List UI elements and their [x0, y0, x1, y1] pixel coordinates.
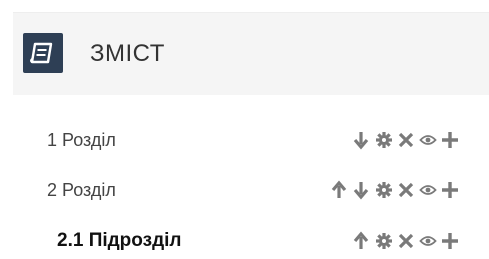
book-icon	[23, 33, 63, 73]
toc-panel: ЗМІСТ 1 Розділ 2 Розділ 2.1 Підрозділ	[13, 12, 489, 259]
toc-section-actions	[353, 127, 463, 153]
arrow-up-icon[interactable]	[353, 228, 375, 254]
toc-header: ЗМІСТ	[13, 12, 489, 95]
toc-section-row: 2 Розділ	[13, 175, 489, 205]
arrow-up-icon[interactable]	[331, 177, 353, 203]
toc-section-row: 2.1 Підрозділ	[13, 226, 489, 256]
toc-title: ЗМІСТ	[90, 40, 165, 67]
close-icon[interactable]	[397, 228, 419, 254]
toc-section-actions	[353, 228, 463, 254]
arrow-down-icon[interactable]	[353, 127, 375, 153]
eye-icon[interactable]	[419, 228, 441, 254]
plus-icon[interactable]	[441, 127, 463, 153]
close-icon[interactable]	[397, 177, 419, 203]
toc-section-label[interactable]: 2 Розділ	[47, 179, 116, 201]
eye-icon[interactable]	[419, 177, 441, 203]
plus-icon[interactable]	[441, 177, 463, 203]
arrow-down-icon[interactable]	[353, 177, 375, 203]
close-icon[interactable]	[397, 127, 419, 153]
gear-icon[interactable]	[375, 177, 397, 203]
toc-section-label[interactable]: 1 Розділ	[47, 129, 116, 151]
gear-icon[interactable]	[375, 228, 397, 254]
eye-icon[interactable]	[419, 127, 441, 153]
toc-section-actions	[331, 177, 463, 203]
plus-icon[interactable]	[441, 228, 463, 254]
toc-section-label[interactable]: 2.1 Підрозділ	[57, 230, 182, 252]
toc-section-row: 1 Розділ	[13, 125, 489, 155]
gear-icon[interactable]	[375, 127, 397, 153]
